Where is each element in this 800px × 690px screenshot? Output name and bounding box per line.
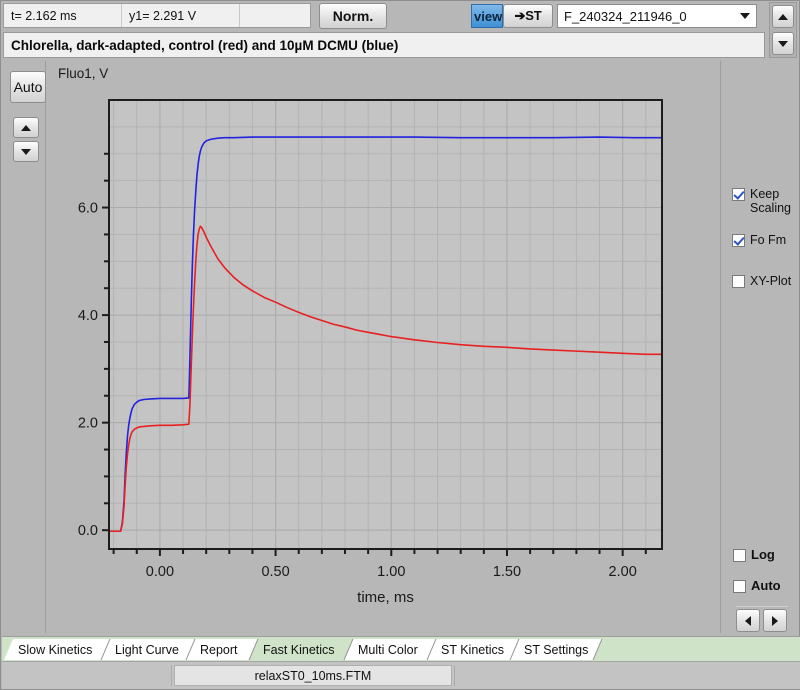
tab-label: Light Curve — [115, 642, 179, 657]
status-bar: relaxST0_10ms.FTM — [2, 661, 800, 689]
y-scale-stepper — [13, 117, 39, 165]
triangle-down-icon[interactable] — [13, 141, 39, 162]
normalize-button[interactable]: Norm. — [319, 3, 387, 29]
file-select-dropdown[interactable]: F_240324_211946_0 — [557, 4, 757, 28]
checkbox-box[interactable] — [732, 188, 745, 201]
x-tick-label: 1.50 — [493, 564, 521, 580]
tab-multi-color[interactable]: Multi Color — [344, 639, 436, 660]
plot-panel: Fluo1, V 0.0 2.0 4.0 6.0 0.00 0.50 1.00 1.50 2.0… — [47, 61, 719, 633]
tab-label: ST Kinetics — [441, 642, 504, 657]
record-navigation — [736, 606, 788, 635]
triangle-right-icon[interactable] — [763, 609, 787, 632]
checkbox-log[interactable]: Log — [733, 548, 799, 562]
y-tick-label: 6.0 — [78, 201, 98, 217]
triangle-down-icon[interactable] — [772, 32, 794, 55]
x-tick-label: 2.00 — [609, 564, 637, 580]
checkbox-label: Keep Scaling — [750, 187, 791, 215]
tab-slow-kinetics[interactable]: Slow Kinetics — [4, 639, 110, 660]
tab-label: ST Settings — [524, 642, 589, 657]
checkbox-keep-scaling[interactable]: Keep Scaling — [732, 187, 798, 215]
tab-fast-kinetics[interactable]: Fast Kinetics — [249, 639, 353, 660]
tab-label: Slow Kinetics — [18, 642, 93, 657]
readout-spare — [240, 4, 310, 27]
checkbox-box[interactable] — [733, 549, 746, 562]
x-tick-label: 0.50 — [261, 564, 289, 580]
x-axis-label: time, ms — [357, 589, 414, 606]
checkbox-box[interactable] — [732, 234, 745, 247]
checkbox-label: Auto — [751, 578, 781, 593]
checkbox-auto[interactable]: Auto — [733, 579, 799, 593]
tab-light-curve[interactable]: Light Curve — [101, 639, 195, 660]
view-button[interactable]: view — [471, 4, 503, 28]
cursor-readout-panel: t= 2.162 ms y1= 2.291 V — [3, 3, 311, 28]
checkbox-fo-fm[interactable]: Fo Fm — [732, 233, 798, 247]
x-tick-label: 0.00 — [146, 564, 174, 580]
measurement-title-field[interactable]: Chlorella, dark-adapted, control (red) a… — [3, 32, 765, 58]
y-tick-label: 2.0 — [78, 416, 98, 432]
time-readout: t= 2.162 ms — [4, 4, 122, 27]
status-right-pane — [454, 665, 798, 686]
chevron-down-icon[interactable] — [734, 5, 756, 27]
tab-label: Fast Kinetics — [263, 642, 335, 657]
fast-kinetics-window: t= 2.162 ms y1= 2.291 V Norm. view ➔ST F… — [0, 0, 800, 690]
plot-background — [109, 100, 662, 549]
right-control-column: Keep Scaling Fo Fm XY-Plot Log Auto — [720, 61, 800, 635]
send-to-st-button[interactable]: ➔ST — [503, 4, 553, 28]
left-control-column: Auto — [3, 61, 46, 633]
y-tick-label: 0.0 — [78, 523, 98, 539]
tab-st-settings[interactable]: ST Settings — [510, 639, 602, 660]
tab-report[interactable]: Report — [186, 639, 258, 660]
tab-bar: Slow Kinetics Light Curve Report Fast Kinet… — [2, 636, 800, 661]
checkbox-box[interactable] — [733, 580, 746, 593]
triangle-up-icon[interactable] — [772, 5, 794, 28]
y-tick-label: 4.0 — [78, 308, 98, 324]
status-filename: relaxST0_10ms.FTM — [174, 665, 452, 686]
top-toolbar: t= 2.162 ms y1= 2.291 V Norm. view ➔ST F… — [1, 1, 800, 58]
tab-st-kinetics[interactable]: ST Kinetics — [427, 639, 519, 660]
record-spinner — [769, 2, 797, 58]
checkbox-label: XY-Plot — [750, 274, 792, 288]
checkbox-box[interactable] — [732, 275, 745, 288]
triangle-left-icon[interactable] — [736, 609, 760, 632]
auto-scale-button[interactable]: Auto — [10, 71, 46, 103]
kinetics-plot[interactable]: 0.0 2.0 4.0 6.0 0.00 0.50 1.00 1.50 2.00 time, ms — [47, 61, 719, 633]
checkbox-label: Fo Fm — [750, 233, 787, 247]
checkbox-label: Log — [751, 547, 775, 562]
status-left-pane — [3, 665, 172, 686]
measurement-title-text: Chlorella, dark-adapted, control (red) a… — [11, 37, 399, 53]
tab-label: Report — [200, 642, 238, 657]
triangle-up-icon[interactable] — [13, 117, 39, 138]
x-tick-label: 1.00 — [377, 564, 405, 580]
file-select-value: F_240324_211946_0 — [564, 8, 687, 24]
y1-readout: y1= 2.291 V — [122, 4, 240, 27]
tab-label: Multi Color — [358, 642, 418, 657]
checkbox-xy-plot[interactable]: XY-Plot — [732, 274, 800, 288]
